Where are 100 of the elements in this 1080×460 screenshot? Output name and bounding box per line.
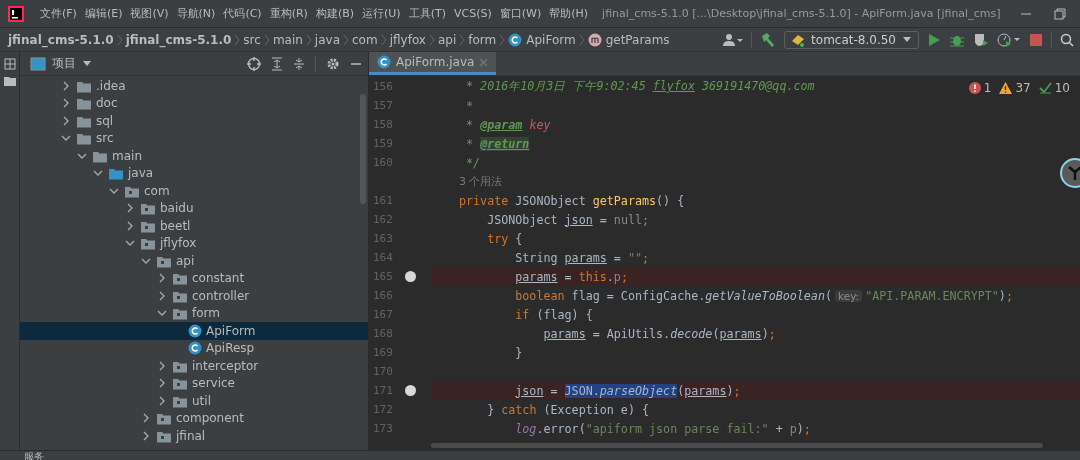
tree-item[interactable]: beetl [160,218,191,233]
settings-icon[interactable] [326,56,340,71]
class-icon [377,55,391,69]
target-icon[interactable] [247,56,261,71]
menu-item[interactable]: 编辑(E) [80,6,127,21]
line-number: 166 [372,289,394,302]
tree-item[interactable]: api [176,253,195,268]
package-icon [172,376,188,391]
menu-item[interactable]: 帮助(H) [545,6,593,21]
line-number: 164 [372,251,394,264]
chevron-right-icon [343,33,349,46]
menu-item[interactable]: VCS(S) [450,7,496,20]
breadcrumb[interactable]: jfinal_cms-5.1.0 [125,32,232,47]
tree-item[interactable]: util [192,393,211,408]
breakpoint-icon[interactable] [405,385,416,396]
chevron-right-icon[interactable] [61,80,71,91]
restore-icon[interactable] [1054,7,1066,20]
chevron-right-icon [234,33,241,46]
chevron-right-icon[interactable] [157,395,167,406]
tree-item[interactable]: controller [192,288,250,303]
panel-icon [30,56,46,71]
menu-item[interactable]: 文件(F) [36,6,81,21]
user-icon[interactable] [723,32,744,47]
menu-item[interactable]: 代码(C) [219,6,266,21]
breakpoint-icon[interactable] [405,271,416,282]
folder-icon[interactable] [3,76,16,86]
chevron-right-icon[interactable] [157,360,167,371]
chevron-right-icon[interactable] [157,290,167,301]
menu-item[interactable]: 工具(T) [404,6,450,21]
tree-item[interactable]: main [112,148,142,163]
chevron-right-icon[interactable] [125,220,135,231]
chevron-right-icon[interactable] [157,378,167,389]
menu-item[interactable]: 导航(N) [172,6,220,21]
breadcrumb[interactable]: ApiForm [526,32,576,47]
usages-hint[interactable]: 3 个用法 [459,174,503,189]
breadcrumb[interactable]: jflyfox [389,32,426,47]
menu-item[interactable]: 窗口(W) [495,6,546,21]
chevron-right-icon[interactable] [61,115,71,126]
weak-warning-count[interactable]: 10 [1054,81,1070,95]
tree-item[interactable]: sql [96,113,114,128]
grid-icon[interactable] [3,58,16,70]
breadcrumb[interactable]: src [243,32,261,47]
tree-item[interactable]: constant [192,271,245,286]
caret-icon [902,35,912,44]
code-line: log.error("apiform json parse fail:" + p); [514,421,811,436]
menu-item[interactable]: 运行(U) [358,6,405,21]
chevron-right-icon [116,33,123,46]
code-line: * 2016年10月3日 下午9:02:45 flyfox 369191470@qq.com [465,79,815,94]
hammer-icon[interactable] [760,31,777,48]
tree-item[interactable]: form [192,306,220,321]
run-icon[interactable] [927,32,941,47]
breadcrumb[interactable]: main [272,32,303,47]
breadcrumb[interactable]: jfinal_cms-5.1.0 [8,32,114,47]
gauge-icon[interactable] [997,31,1021,48]
tomcat-icon [791,32,806,47]
tree-item[interactable]: baidu [160,201,194,216]
chevron-right-icon[interactable] [125,203,135,214]
app-logo-icon [8,5,24,22]
breadcrumb[interactable]: getParams [605,32,670,47]
window-title: jfinal_cms-5.1.0 [...\Desktop\jfinal_cms-5.1.0] - ApiForm.java [jfinal_cms] [602,7,1002,20]
tree-item[interactable]: interceptor [192,358,259,373]
shield-icon[interactable] [973,31,989,48]
run-config-dropdown[interactable]: tomcat-8.0.50 [784,30,919,49]
breadcrumb[interactable]: api [437,32,457,47]
line-number: 169 [372,346,394,359]
collapse-all-icon[interactable] [293,56,305,71]
menu-item[interactable]: 重构(R) [265,6,312,21]
code-line: * @return [465,136,530,151]
breadcrumb[interactable]: com [352,32,378,47]
tree-item[interactable]: ApiForm [206,323,256,338]
menu-item[interactable]: 构建(B) [311,6,359,21]
caret-icon[interactable] [82,59,92,68]
chevron-right-icon[interactable] [157,273,167,284]
warning-count[interactable]: 37 [1015,81,1031,95]
chevron-right-icon[interactable] [61,98,71,109]
tree-item[interactable]: java [128,166,154,181]
menu-item[interactable]: 视图(V) [126,6,173,21]
tree-item[interactable]: service [192,376,235,391]
expand-all-icon[interactable] [271,56,283,71]
stop-icon[interactable] [1029,32,1043,47]
panel-title[interactable]: 项目 [52,55,76,72]
tree-item[interactable]: src [96,131,114,146]
scrollbar[interactable] [431,443,1043,448]
tree-item[interactable]: com [144,183,170,198]
breadcrumb[interactable]: java [314,32,340,47]
search-icon[interactable] [1060,32,1074,47]
scrollbar[interactable] [360,94,366,204]
chevron-right-icon[interactable] [141,413,151,424]
check-icon [1038,82,1052,94]
tree-item[interactable]: .idea [96,78,126,93]
tree-item[interactable]: doc [96,96,118,111]
chevron-right-icon[interactable] [141,430,151,441]
breadcrumb[interactable]: form [468,32,497,47]
editor-tab[interactable]: ApiForm.java [369,52,497,75]
error-count[interactable]: 1 [983,81,992,95]
line-number: 171 [372,384,394,397]
tree-item[interactable]: ApiResp [206,341,255,356]
tree-item[interactable]: component [176,411,244,426]
tree-item[interactable]: jflyfox [160,236,197,251]
tree-item[interactable]: jfinal [176,428,206,443]
